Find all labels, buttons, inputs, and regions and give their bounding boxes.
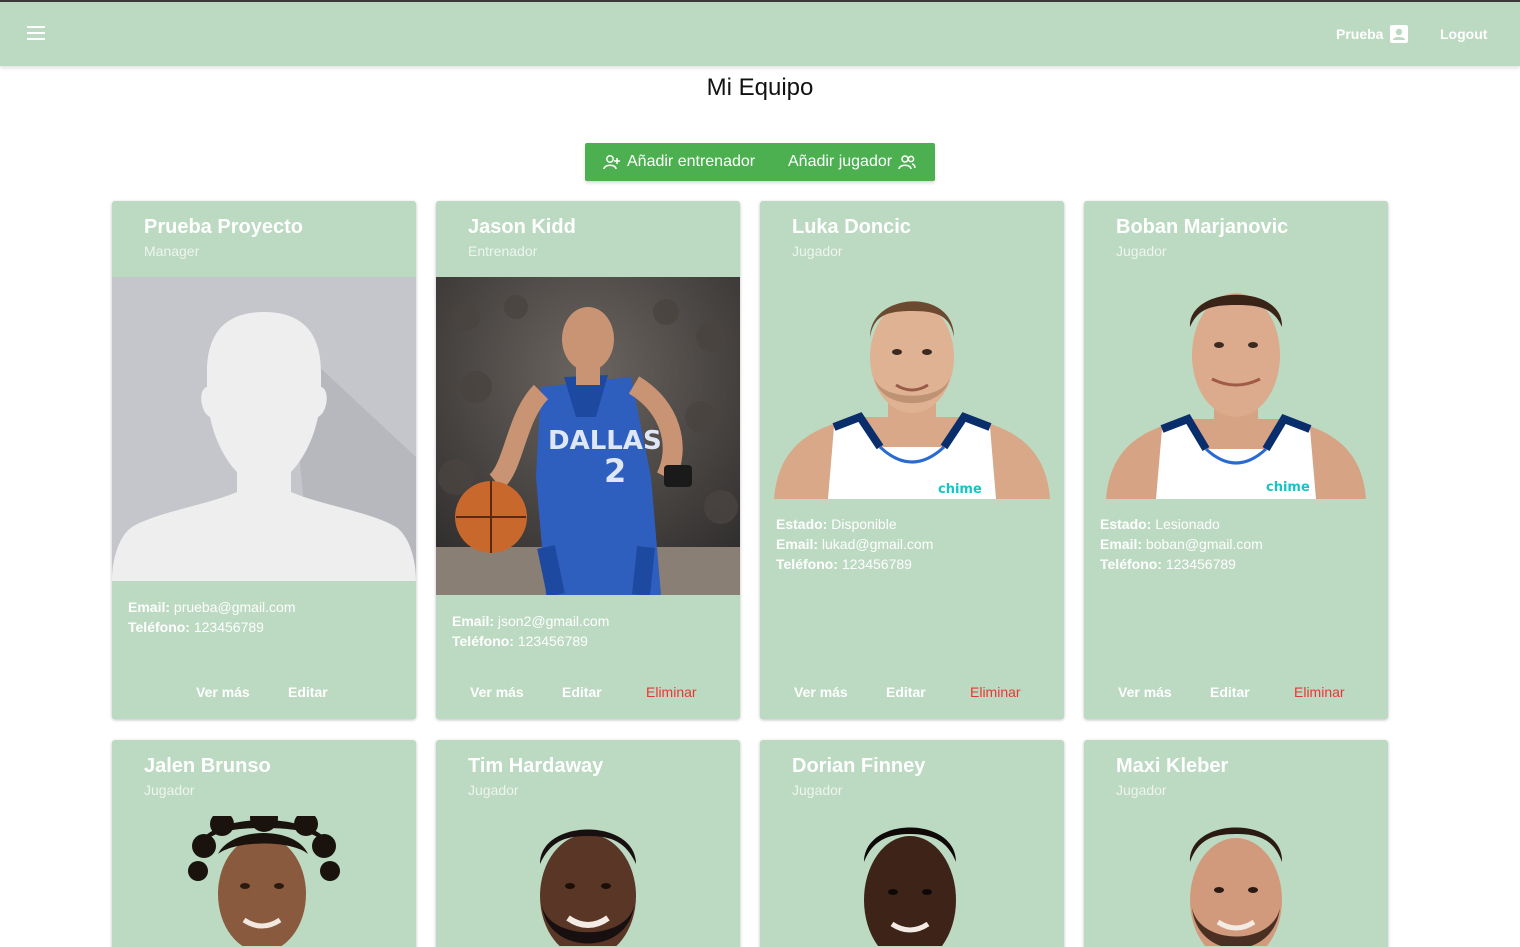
- member-email: lukad@gmail.com: [821, 536, 934, 552]
- member-phone: 123456789: [1165, 556, 1236, 572]
- member-name: Tim Hardaway: [468, 755, 604, 777]
- member-photo: [112, 816, 416, 946]
- edit-button[interactable]: Editar: [1210, 684, 1250, 700]
- member-name: Jason Kidd: [468, 216, 576, 238]
- member-info: Email: json2@gmail.com Teléfono: 1234567…: [452, 613, 610, 649]
- member-card: Prueba Proyecto Manager Email: prueba@gm…: [112, 201, 416, 719]
- member-info: Email: prueba@gmail.com Teléfono: 123456…: [128, 599, 296, 635]
- avatar-placeholder: [112, 277, 416, 581]
- logout-button[interactable]: Logout: [1440, 20, 1487, 48]
- contact-icon: [1390, 25, 1409, 43]
- member-phone: 123456789: [517, 633, 588, 649]
- member-name: Boban Marjanovic: [1116, 216, 1289, 238]
- app-bar: Prueba Logout: [0, 2, 1520, 66]
- view-more-button[interactable]: Ver más: [1118, 684, 1172, 700]
- member-role: Jugador: [792, 782, 843, 798]
- group-icon: [898, 155, 916, 170]
- view-more-button[interactable]: Ver más: [794, 684, 848, 700]
- svg-text:chime: chime: [1266, 480, 1310, 495]
- member-photo: [760, 816, 1064, 946]
- page-title: Mi Equipo: [706, 74, 814, 101]
- member-role: Jugador: [144, 782, 195, 798]
- view-more-button[interactable]: Ver más: [196, 684, 250, 700]
- add-button-group: Añadir entrenador Añadir jugador: [585, 143, 935, 181]
- svg-text:chime: chime: [938, 482, 982, 497]
- member-card: Boban Marjanovic Jugador chime Estado: L…: [1084, 201, 1388, 719]
- member-status: Lesionado: [1155, 516, 1220, 532]
- member-name: Jalen Brunso: [144, 755, 271, 777]
- delete-button[interactable]: Eliminar: [1294, 684, 1345, 700]
- view-more-button[interactable]: Ver más: [470, 684, 524, 700]
- member-photo: [1084, 816, 1388, 946]
- member-role: Jugador: [1116, 782, 1167, 798]
- member-info: Estado: Lesionado Email: boban@gmail.com…: [1100, 516, 1263, 572]
- delete-button[interactable]: Eliminar: [646, 684, 697, 700]
- member-card: Maxi Kleber Jugador: [1084, 740, 1388, 947]
- member-phone: 123456789: [841, 556, 912, 572]
- member-role: Jugador: [792, 243, 843, 259]
- user-name: Prueba: [1336, 26, 1384, 42]
- member-email: boban@gmail.com: [1145, 536, 1263, 552]
- member-photo: chime: [760, 277, 1064, 499]
- menu-icon: [27, 26, 45, 28]
- member-phone: 123456789: [193, 619, 264, 635]
- add-coach-button[interactable]: Añadir entrenador: [585, 143, 773, 181]
- menu-button[interactable]: [22, 22, 50, 46]
- member-info: Estado: Disponible Email: lukad@gmail.co…: [776, 516, 934, 572]
- member-card: Luka Doncic Jugador chime Estado: Dispon…: [760, 201, 1064, 719]
- add-player-label: Añadir jugador: [788, 153, 893, 170]
- member-photo: DALLAS 2: [436, 277, 740, 595]
- card-actions: Ver más Editar Eliminar: [1084, 684, 1388, 704]
- svg-text:2: 2: [604, 452, 626, 490]
- member-email: json2@gmail.com: [497, 613, 610, 629]
- member-role: Manager: [144, 243, 200, 259]
- member-email: prueba@gmail.com: [173, 599, 296, 615]
- member-role: Jugador: [468, 782, 519, 798]
- add-player-button[interactable]: Añadir jugador: [773, 143, 916, 181]
- member-name: Luka Doncic: [792, 216, 911, 238]
- member-name: Prueba Proyecto: [144, 216, 303, 238]
- card-actions: Ver más Editar Eliminar: [436, 684, 740, 704]
- member-card: Tim Hardaway Jugador: [436, 740, 740, 947]
- member-card: Jason Kidd Entrenador DALLAS 2 Email: js…: [436, 201, 740, 719]
- member-card: Jalen Brunso Jugador: [112, 740, 416, 947]
- member-name: Dorian Finney: [792, 755, 926, 777]
- member-name: Maxi Kleber: [1116, 755, 1229, 777]
- member-role: Entrenador: [468, 243, 538, 259]
- member-card: Dorian Finney Jugador: [760, 740, 1064, 947]
- delete-button[interactable]: Eliminar: [970, 684, 1021, 700]
- edit-button[interactable]: Editar: [562, 684, 602, 700]
- member-status: Disponible: [831, 516, 897, 532]
- member-photo: chime: [1084, 277, 1388, 499]
- edit-button[interactable]: Editar: [886, 684, 926, 700]
- user-button[interactable]: Prueba: [1336, 20, 1409, 48]
- member-photo: [436, 816, 740, 946]
- card-actions: Ver más Editar: [112, 684, 416, 704]
- add-person-icon: [603, 155, 620, 170]
- card-actions: Ver más Editar Eliminar: [760, 684, 1064, 704]
- add-coach-label: Añadir entrenador: [627, 153, 756, 170]
- edit-button[interactable]: Editar: [288, 684, 328, 700]
- member-role: Jugador: [1116, 243, 1167, 259]
